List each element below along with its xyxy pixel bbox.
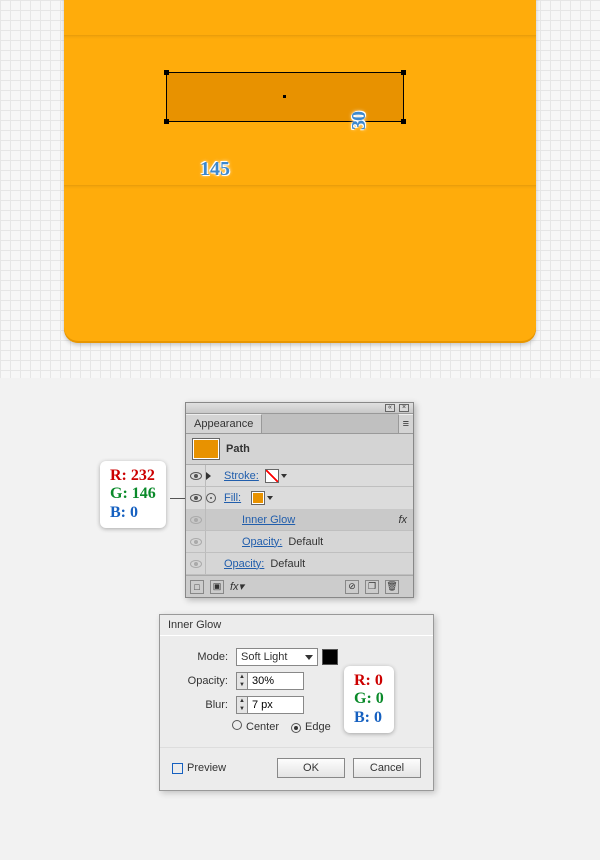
center-point (283, 95, 286, 98)
appearance-panel: « × Appearance ≡ Path Stroke: (185, 402, 414, 598)
thumbnail-swatch (192, 438, 220, 460)
callout-g: G: 0 (354, 690, 384, 708)
target-icon[interactable] (206, 493, 216, 503)
no-fill-icon[interactable]: □ (190, 580, 204, 594)
resize-handle-tl[interactable] (164, 70, 169, 75)
effect-row[interactable]: Inner Glow fx (186, 509, 413, 531)
dropdown-arrow-icon[interactable] (267, 496, 273, 500)
opacity-input[interactable] (248, 672, 304, 690)
eye-icon[interactable] (190, 516, 202, 524)
spinner-down-icon[interactable]: ▼ (237, 681, 247, 689)
blur-spinner[interactable]: ▲▼ (236, 696, 304, 714)
opacity-label[interactable]: Opacity: (224, 558, 264, 570)
mode-select[interactable]: Soft Light (236, 648, 318, 666)
edge-label: Edge (305, 721, 331, 733)
ok-button[interactable]: OK (277, 758, 345, 778)
dimension-width: 145 (200, 158, 230, 181)
opacity-spinner[interactable]: ▲▼ (236, 672, 304, 690)
center-radio[interactable]: Center (232, 720, 279, 733)
clear-appearance-icon[interactable]: ▣ (210, 580, 224, 594)
chevron-down-icon (305, 655, 313, 660)
callout-b: B: 0 (110, 504, 156, 522)
dialog-title: Inner Glow (160, 615, 433, 636)
panel-titlebar[interactable]: « × (186, 403, 413, 414)
dimension-height: 30 (348, 112, 371, 130)
dropdown-arrow-icon[interactable] (281, 474, 287, 478)
resize-handle-br[interactable] (401, 119, 406, 124)
center-label: Center (246, 721, 279, 733)
mode-label: Mode: (172, 651, 228, 663)
stroke-label[interactable]: Stroke: (224, 470, 259, 482)
mode-value: Soft Light (241, 651, 287, 663)
panel-menu-icon[interactable]: ≡ (398, 414, 413, 433)
stroke-row[interactable]: Stroke: (186, 465, 413, 487)
preview-checkbox[interactable]: Preview (172, 762, 226, 774)
panel-menu-spacer (262, 414, 397, 433)
spinner-up-icon[interactable]: ▲ (237, 697, 247, 705)
panel-close-icon[interactable]: × (399, 404, 409, 412)
spinner-up-icon[interactable]: ▲ (237, 673, 247, 681)
artboard-grid: 145 30 (0, 0, 600, 378)
eye-icon[interactable] (190, 494, 202, 502)
fill-opacity-row[interactable]: Opacity: Default (186, 531, 413, 553)
callout-b: B: 0 (354, 709, 384, 727)
fx-icon: fx (398, 514, 407, 526)
panel-footer: □ ▣ fx▾ ⊘ ❐ 🗑 (186, 575, 413, 597)
fx-menu-icon[interactable]: fx▾ (230, 580, 244, 593)
effect-name[interactable]: Inner Glow (242, 514, 295, 526)
callout-g: G: 146 (110, 485, 156, 503)
spinner-down-icon[interactable]: ▼ (237, 705, 247, 713)
callout-r: R: 0 (354, 672, 384, 690)
opacity-label: Opacity: (172, 675, 228, 687)
resize-handle-tr[interactable] (401, 70, 406, 75)
opacity-label[interactable]: Opacity: (242, 536, 282, 548)
callout-r: R: 232 (110, 467, 156, 485)
eye-icon[interactable] (190, 560, 202, 568)
glow-color-swatch[interactable] (322, 649, 338, 665)
fill-row[interactable]: Fill: (186, 487, 413, 509)
orange-shape (64, 0, 536, 343)
stroke-swatch-none[interactable] (265, 469, 279, 483)
glow-color-callout: R: 0 G: 0 B: 0 (344, 666, 394, 733)
object-opacity-row[interactable]: Opacity: Default (186, 553, 413, 575)
not-allowed-icon[interactable]: ⊘ (345, 580, 359, 594)
cancel-button[interactable]: Cancel (353, 758, 421, 778)
object-type: Path (226, 443, 250, 455)
resize-handle-bl[interactable] (164, 119, 169, 124)
preview-label: Preview (187, 762, 226, 774)
eye-icon[interactable] (190, 538, 202, 546)
blur-label: Blur: (172, 699, 228, 711)
trash-icon[interactable]: 🗑 (385, 580, 399, 594)
eye-icon[interactable] (190, 472, 202, 480)
fill-color-callout: R: 232 G: 146 B: 0 (100, 461, 166, 528)
fill-swatch[interactable] (251, 491, 265, 505)
blur-input[interactable] (248, 696, 304, 714)
fill-label[interactable]: Fill: (224, 492, 241, 504)
panel-collapse-icon[interactable]: « (385, 404, 395, 412)
opacity-value: Default (288, 536, 323, 548)
edge-radio[interactable]: Edge (291, 721, 331, 733)
opacity-value: Default (270, 558, 305, 570)
duplicate-icon[interactable]: ❐ (365, 580, 379, 594)
tab-appearance[interactable]: Appearance (186, 414, 262, 433)
disclosure-icon[interactable] (206, 472, 211, 480)
